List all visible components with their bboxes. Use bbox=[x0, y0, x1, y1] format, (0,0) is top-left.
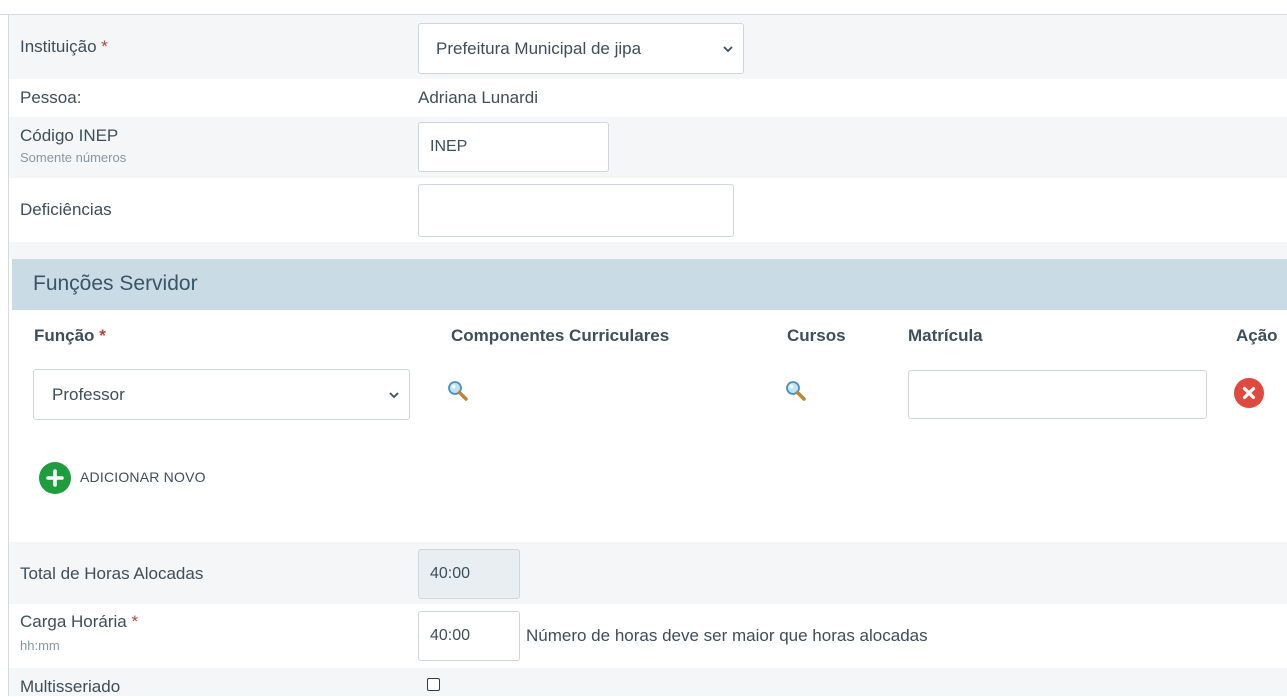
col-matricula: Matrícula bbox=[908, 326, 983, 345]
col-cursos: Cursos bbox=[787, 326, 846, 345]
search-icon[interactable] bbox=[447, 380, 469, 402]
carga-horaria-label: Carga Horária * bbox=[20, 612, 139, 631]
col-componentes-curriculares: Componentes Curriculares bbox=[451, 326, 670, 345]
row-carga-horaria: Carga Horária * hh:mm 40:00 Número de ho… bbox=[9, 604, 1287, 668]
total-horas-label: Total de Horas Alocadas bbox=[20, 564, 204, 583]
multisseriado-checkbox[interactable] bbox=[427, 678, 440, 691]
close-icon bbox=[1242, 386, 1256, 400]
row-instituicao: Instituição * Prefeitura Municipal de ji… bbox=[9, 15, 1287, 79]
chevron-down-icon bbox=[723, 45, 733, 52]
codigo-inep-label: Código INEP bbox=[20, 126, 119, 145]
matricula-input[interactable] bbox=[908, 370, 1207, 419]
codigo-inep-input[interactable]: INEP bbox=[418, 122, 609, 172]
carga-horaria-message: Número de horas deve ser maior que horas… bbox=[526, 626, 928, 645]
instituicao-label: Instituição * bbox=[20, 37, 108, 56]
row-multisseriado: Multisseriado bbox=[9, 668, 1287, 696]
add-new-label: ADICIONAR NOVO bbox=[80, 469, 206, 485]
plus-icon bbox=[39, 462, 71, 494]
carga-horaria-input[interactable]: 40:00 bbox=[418, 611, 520, 661]
row-total-horas: Total de Horas Alocadas 40:00 bbox=[9, 542, 1287, 604]
row-spacer bbox=[9, 242, 1287, 259]
instituicao-select[interactable]: Prefeitura Municipal de jipa bbox=[418, 23, 744, 74]
funcoes-servidor-table: Função * Componentes Curriculares Cursos… bbox=[12, 310, 1287, 542]
multisseriado-label: Multisseriado bbox=[20, 677, 121, 696]
funcoes-servidor-header: Funções Servidor bbox=[12, 259, 1287, 310]
funcao-select[interactable]: Professor bbox=[33, 369, 410, 420]
delete-row-button[interactable] bbox=[1234, 378, 1264, 408]
deficiencias-label: Deficiências bbox=[20, 200, 112, 219]
carga-horaria-hint: hh:mm bbox=[20, 638, 60, 653]
pessoa-label: Pessoa: bbox=[20, 88, 82, 107]
chevron-down-icon bbox=[389, 391, 399, 398]
funcoes-servidor-title: Funções Servidor bbox=[33, 272, 198, 295]
search-icon[interactable] bbox=[785, 380, 807, 402]
row-pessoa: Pessoa: Adriana Lunardi bbox=[9, 79, 1287, 117]
pessoa-value: Adriana Lunardi bbox=[418, 88, 539, 107]
total-horas-input: 40:00 bbox=[418, 549, 520, 599]
row-codigo-inep: Código INEP Somente números INEP bbox=[9, 117, 1287, 178]
col-funcao: Função * bbox=[34, 326, 106, 345]
col-acao: Ação bbox=[1236, 326, 1278, 345]
row-deficiencias: Deficiências bbox=[9, 178, 1287, 242]
deficiencias-input[interactable] bbox=[418, 184, 734, 237]
codigo-inep-hint: Somente números bbox=[20, 150, 127, 165]
